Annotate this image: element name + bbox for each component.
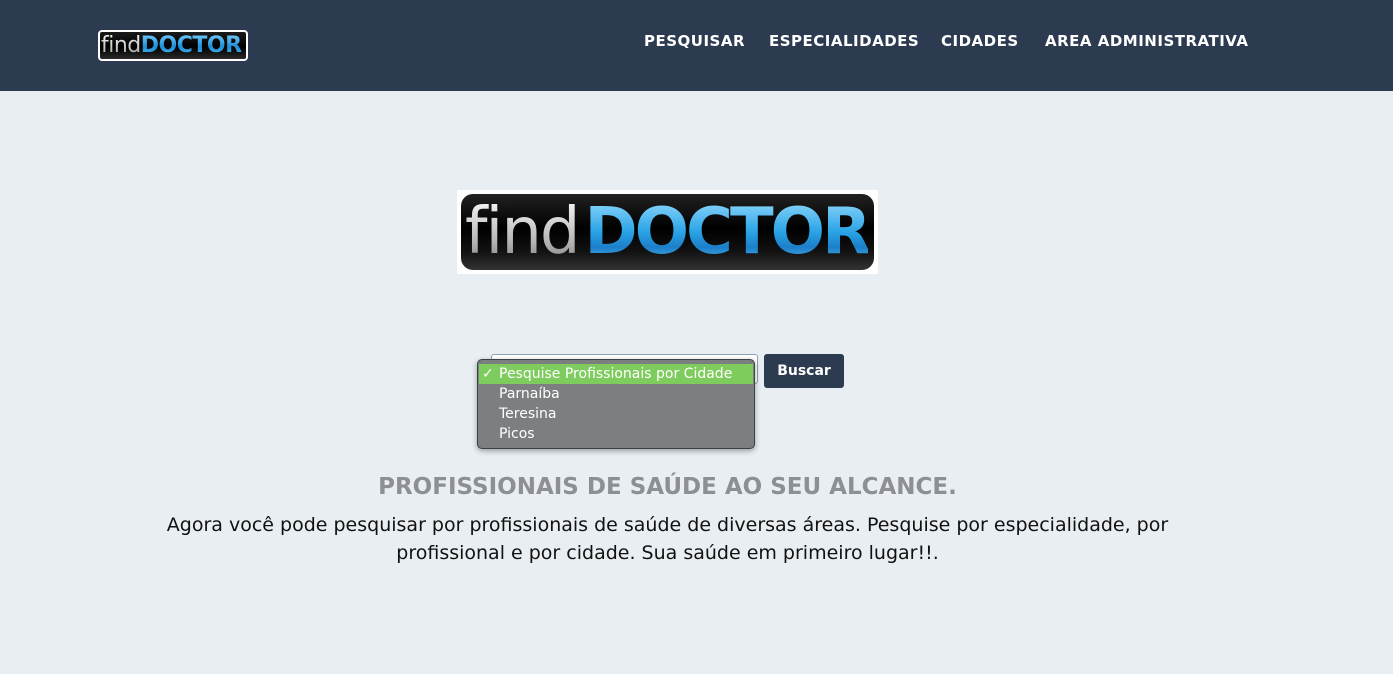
option-picos[interactable]: Picos — [478, 424, 754, 444]
nav-cidades[interactable]: CIDADES — [941, 31, 1019, 51]
buscar-button[interactable]: Buscar — [764, 354, 844, 388]
option-parnaiba[interactable]: Parnaíba — [478, 384, 754, 404]
intro-paragraph: Agora você pode pesquisar por profission… — [166, 514, 1169, 564]
main-nav: PESQUISAR ESPECIALIDADES CIDADES AREA AD… — [0, 31, 1393, 51]
option-label: Pesquise Profissionais por Cidade — [499, 366, 733, 382]
nav-especialidades[interactable]: ESPECIALIDADES — [769, 31, 919, 51]
option-label: Parnaíba — [499, 386, 560, 402]
check-icon: ✓ — [482, 366, 494, 382]
page-heading: PROFISSIONAIS DE SAÚDE AO SEU ALCANCE. — [378, 474, 957, 500]
option-label: Teresina — [499, 406, 557, 422]
nav-area-administrativa[interactable]: AREA ADMINISTRATIVA — [1045, 31, 1248, 51]
hero-logo: find DOCTOR — [457, 190, 878, 274]
nav-pesquisar[interactable]: PESQUISAR — [644, 31, 745, 51]
option-label: Picos — [499, 426, 535, 442]
hero-logo-doctor-text: DOCTOR — [584, 195, 872, 269]
hero-logo-find-text: find — [465, 195, 580, 269]
option-teresina[interactable]: Teresina — [478, 404, 754, 424]
navbar: find DOCTOR PESQUISAR ESPECIALIDADES CIDA… — [0, 0, 1393, 91]
city-dropdown-list: ✓ Pesquise Profissionais por Cidade Parn… — [477, 359, 755, 449]
option-pesquise-profissionais[interactable]: ✓ Pesquise Profissionais por Cidade — [479, 364, 753, 384]
hero-logo-badge: find DOCTOR — [461, 194, 874, 270]
